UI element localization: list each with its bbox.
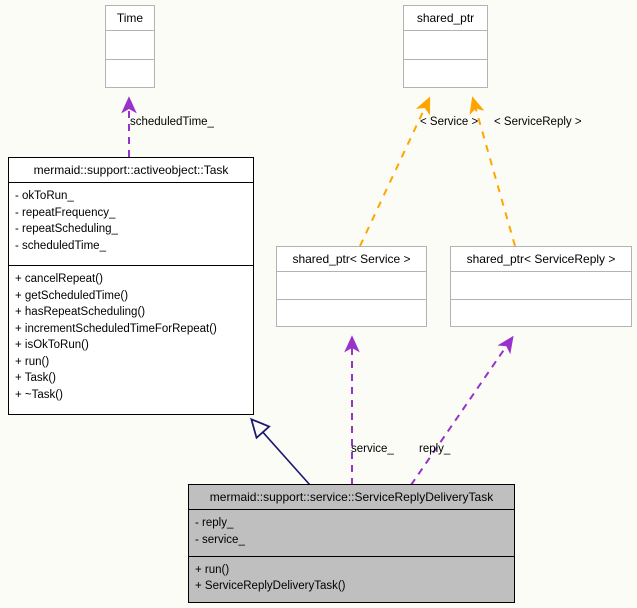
edge-label-servicereply-template-arg: < ServiceReply > bbox=[494, 116, 582, 128]
class-operations-shared-ptr-servicereply bbox=[451, 300, 631, 327]
class-node-shared-ptr[interactable]: shared_ptr bbox=[403, 5, 488, 88]
edge-srdt-inherits-task bbox=[250, 417, 311, 486]
class-attributes-shared-ptr-service bbox=[277, 272, 426, 300]
class-title-task: mermaid::support::activeobject::Task bbox=[9, 158, 253, 183]
class-node-time[interactable]: Time bbox=[105, 5, 155, 88]
class-title-shared-ptr-service: shared_ptr< Service > bbox=[277, 247, 426, 272]
class-node-service-reply-delivery-task[interactable]: mermaid::support::service::ServiceReplyD… bbox=[188, 484, 515, 603]
edge-label-service-template-arg: < Service > bbox=[420, 116, 479, 128]
class-operation: + getScheduledTime() bbox=[15, 289, 129, 302]
edge-srdt-uses-sp-servicereply bbox=[410, 335, 514, 486]
class-operation: + incrementScheduledTimeForRepeat() bbox=[15, 322, 217, 335]
class-title-service-reply-delivery-task: mermaid::support::service::ServiceReplyD… bbox=[189, 485, 514, 510]
class-attributes-shared-ptr-servicereply bbox=[451, 272, 631, 300]
class-attributes-shared-ptr bbox=[404, 31, 487, 60]
class-attribute: - repeatFrequency_ bbox=[15, 206, 116, 219]
class-operations-task: + cancelRepeat() + getScheduledTime() + … bbox=[9, 266, 253, 414]
class-operations-time bbox=[106, 60, 154, 88]
class-attribute: - repeatScheduling_ bbox=[15, 223, 118, 235]
edge-label-reply: reply_ bbox=[419, 443, 451, 455]
class-attribute: - reply_ bbox=[195, 517, 234, 529]
class-title-shared-ptr-servicereply: shared_ptr< ServiceReply > bbox=[451, 247, 631, 272]
class-node-task[interactable]: mermaid::support::activeobject::Task - o… bbox=[8, 157, 254, 415]
class-attributes-task: - okToRun_ - repeatFrequency_ - repeatSc… bbox=[9, 183, 253, 266]
class-attribute: - scheduledTime_ bbox=[15, 239, 106, 252]
class-operation: + ServiceReplyDeliveryTask() bbox=[195, 580, 346, 592]
class-operation: + run() bbox=[195, 563, 230, 576]
class-operation: + cancelRepeat() bbox=[15, 273, 103, 285]
uml-class-diagram: Time (purple dashed, label scheduledTime… bbox=[0, 0, 637, 608]
class-title-shared-ptr: shared_ptr bbox=[404, 6, 487, 31]
class-operation: + ~Task() bbox=[15, 388, 63, 401]
class-operation: + hasRepeatScheduling() bbox=[15, 306, 146, 318]
class-attribute: - okToRun_ bbox=[15, 190, 74, 202]
class-operation: + isOkToRun() bbox=[15, 339, 89, 351]
class-operation: + run() bbox=[15, 355, 50, 368]
class-title-time: Time bbox=[106, 6, 154, 31]
class-operation: + Task() bbox=[15, 372, 57, 384]
class-node-shared-ptr-servicereply[interactable]: shared_ptr< ServiceReply > bbox=[450, 246, 632, 327]
edge-label-scheduled-time: scheduledTime_ bbox=[130, 116, 214, 128]
class-node-shared-ptr-service[interactable]: shared_ptr< Service > bbox=[276, 246, 427, 327]
class-operations-shared-ptr bbox=[404, 60, 487, 88]
class-attributes-service-reply-delivery-task: - reply_ - service_ bbox=[189, 510, 514, 557]
class-operations-service-reply-delivery-task: + run() + ServiceReplyDeliveryTask() bbox=[189, 557, 514, 603]
class-operations-shared-ptr-service bbox=[277, 300, 426, 327]
edge-label-service: service_ bbox=[351, 443, 394, 455]
edge-sp-service-binds-shared-ptr bbox=[359, 96, 431, 247]
class-attribute: - service_ bbox=[195, 533, 245, 546]
class-attributes-time bbox=[106, 31, 154, 60]
